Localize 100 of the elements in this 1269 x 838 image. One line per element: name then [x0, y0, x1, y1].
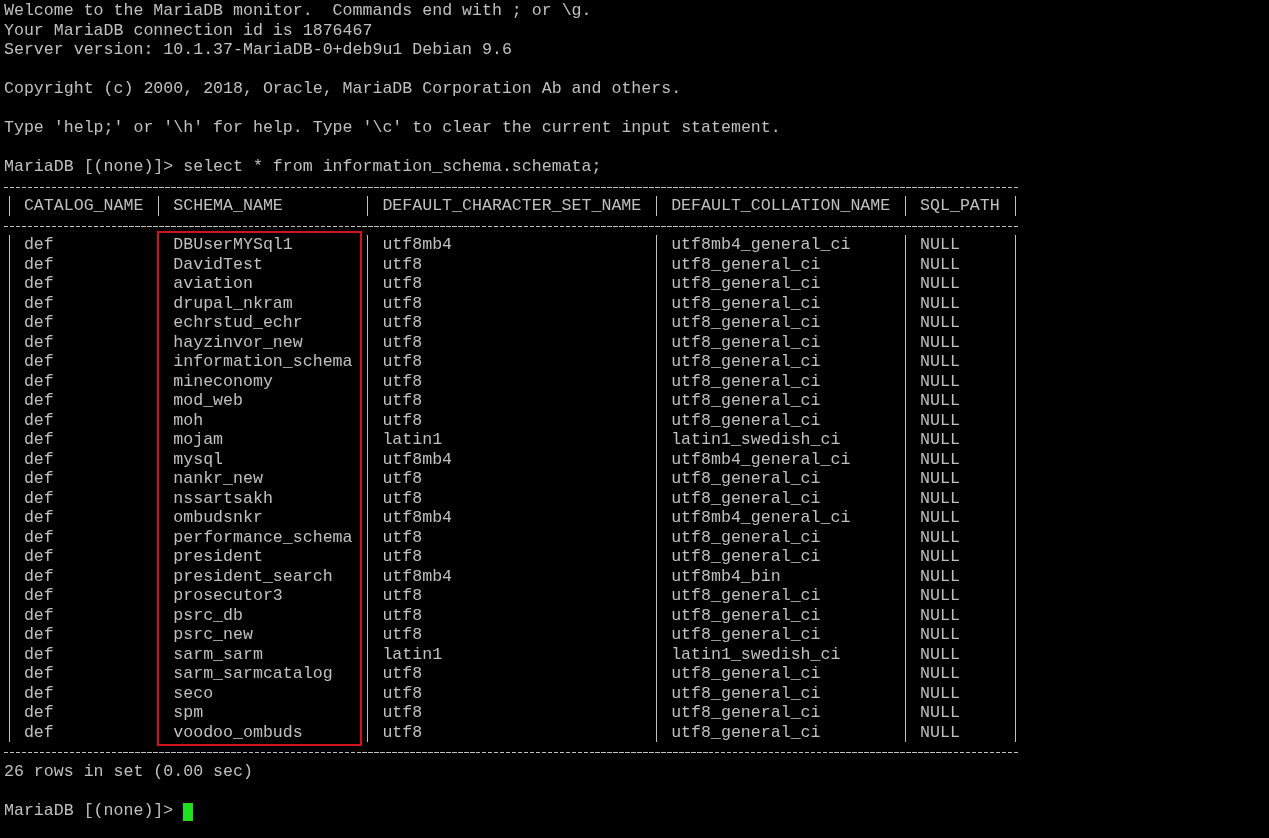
table-cell: def	[23, 235, 54, 254]
table-cell: def	[23, 469, 54, 488]
table-cell: utf8_general_ci	[671, 488, 821, 508]
table-cell: utf8mb4_general_ci	[671, 235, 851, 254]
table-cell: utf8_general_ci	[671, 469, 821, 488]
table-cell: NULL	[920, 703, 960, 722]
table-cell: mod_web	[173, 391, 243, 410]
table-cell: NULL	[920, 605, 960, 625]
table-cell: psrc_new	[173, 625, 253, 644]
table-cell: utf8_general_ci	[671, 352, 821, 371]
table-cell: utf8_general_ci	[671, 703, 821, 722]
table-cell: NULL	[920, 391, 960, 410]
table-cell: sarm_sarm	[173, 644, 263, 664]
table-cell: utf8_general_ci	[671, 371, 821, 391]
table-cell: utf8	[382, 410, 423, 430]
table-cell: def	[23, 293, 54, 313]
table-cell: def	[23, 410, 54, 430]
table-cell: utf8	[382, 254, 423, 274]
table-cell: performance_schema	[173, 527, 353, 547]
table-cell: def	[23, 352, 54, 371]
table-cell: utf8mb4_bin	[671, 566, 781, 586]
table-cell: DBUserMYSql1	[173, 235, 293, 254]
table-cell: utf8mb4	[382, 235, 453, 254]
table-cell: president_search	[173, 566, 333, 586]
table-cell: def	[23, 566, 54, 586]
table-cell: NULL	[920, 722, 960, 742]
table-cell: utf8_general_ci	[671, 683, 821, 703]
table-cell: utf8mb4	[382, 566, 453, 586]
table-cell: def	[23, 527, 54, 547]
table-cell: utf8	[382, 332, 423, 352]
table-cell: mineconomy	[173, 371, 273, 391]
table-cell: latin1	[382, 430, 443, 449]
table-cell: latin1	[382, 644, 443, 664]
table-cell: utf8	[382, 469, 423, 488]
table-cell: NULL	[920, 664, 960, 683]
table-cell: latin1_swedish_ci	[671, 644, 841, 664]
table-cell: NULL	[920, 527, 960, 547]
table-cell: utf8_general_ci	[671, 664, 821, 683]
result-summary: 26 rows in set (0.00 sec)	[4, 761, 254, 781]
table-cell: NULL	[920, 625, 960, 644]
table-cell: NULL	[920, 488, 960, 508]
table-cell: hayzinvor_new	[173, 332, 303, 352]
table-cell: def	[23, 332, 54, 352]
table-cell: DavidTest	[173, 254, 263, 274]
table-cell: utf8	[382, 703, 423, 722]
table-cell: def	[23, 625, 54, 644]
sql-command: select * from information_schema.schemata;	[183, 157, 602, 177]
console-message: Welcome to the MariaDB monitor. Commands end with ; or \g.	[4, 1, 593, 21]
table-cell: utf8_general_ci	[671, 332, 821, 352]
table-cell: utf8_general_ci	[671, 410, 821, 430]
console-message: Server version: 10.1.37-MariaDB-0+deb9u1 Debian 9.6	[4, 40, 513, 60]
table-cell: def	[23, 508, 54, 527]
table-cell: latin1_swedish_ci	[671, 430, 841, 449]
table-cell: utf8	[382, 293, 423, 313]
column-header: DEFAULT_CHARACTER_SET_NAME	[382, 196, 642, 215]
table-cell: utf8	[382, 683, 423, 703]
table-cell: nankr_new	[173, 469, 263, 488]
table-cell: utf8	[382, 586, 423, 605]
table-cell: utf8_general_ci	[671, 254, 821, 274]
table-cell: def	[23, 605, 54, 625]
table-cell: psrc_db	[173, 605, 243, 625]
table-cell: def	[23, 722, 54, 742]
table-cell: def	[23, 449, 54, 469]
table-cell: information_schema	[173, 352, 353, 371]
table-cell: utf8	[382, 625, 423, 644]
table-cell: utf8_general_ci	[671, 722, 821, 742]
table-cell: NULL	[920, 313, 960, 332]
table-cell: utf8	[382, 371, 423, 391]
table-cell: def	[23, 683, 54, 703]
table-cell: utf8	[382, 313, 423, 332]
table-cell: NULL	[920, 274, 960, 293]
table-cell: utf8mb4	[382, 449, 453, 469]
table-cell: NULL	[920, 235, 960, 254]
table-cell: utf8_general_ci	[671, 313, 821, 332]
table-cell: sarm_sarmcatalog	[173, 664, 333, 683]
column-header: DEFAULT_COLLATION_NAME	[671, 196, 891, 215]
table-cell: def	[23, 313, 54, 332]
table-cell: def	[23, 430, 54, 449]
table-cell: utf8_general_ci	[671, 527, 821, 547]
table-cell: voodoo_ombuds	[173, 722, 303, 742]
table-cell: utf8_general_ci	[671, 586, 821, 605]
table-cell: president	[173, 547, 263, 566]
table-cell: moh	[173, 410, 204, 430]
table-cell: NULL	[920, 566, 960, 586]
table-cell: utf8mb4_general_ci	[671, 449, 851, 469]
table-cell: NULL	[920, 449, 960, 469]
table-cell: spm	[173, 703, 204, 722]
table-cell: utf8	[382, 274, 423, 293]
table-cell: echrstud_echr	[173, 313, 303, 332]
table-cell: utf8	[382, 391, 423, 410]
table-cell: mysql	[173, 449, 224, 469]
table-cell: def	[23, 254, 54, 274]
table-cell: utf8_general_ci	[671, 391, 821, 410]
table-cell: aviation	[173, 274, 253, 293]
table-cell: utf8_general_ci	[671, 625, 821, 644]
table-cell: utf8	[382, 605, 423, 625]
table-cell: def	[23, 488, 54, 508]
table-cell: utf8_general_ci	[671, 547, 821, 566]
table-cell: NULL	[920, 352, 960, 371]
table-cell: utf8	[382, 547, 423, 566]
